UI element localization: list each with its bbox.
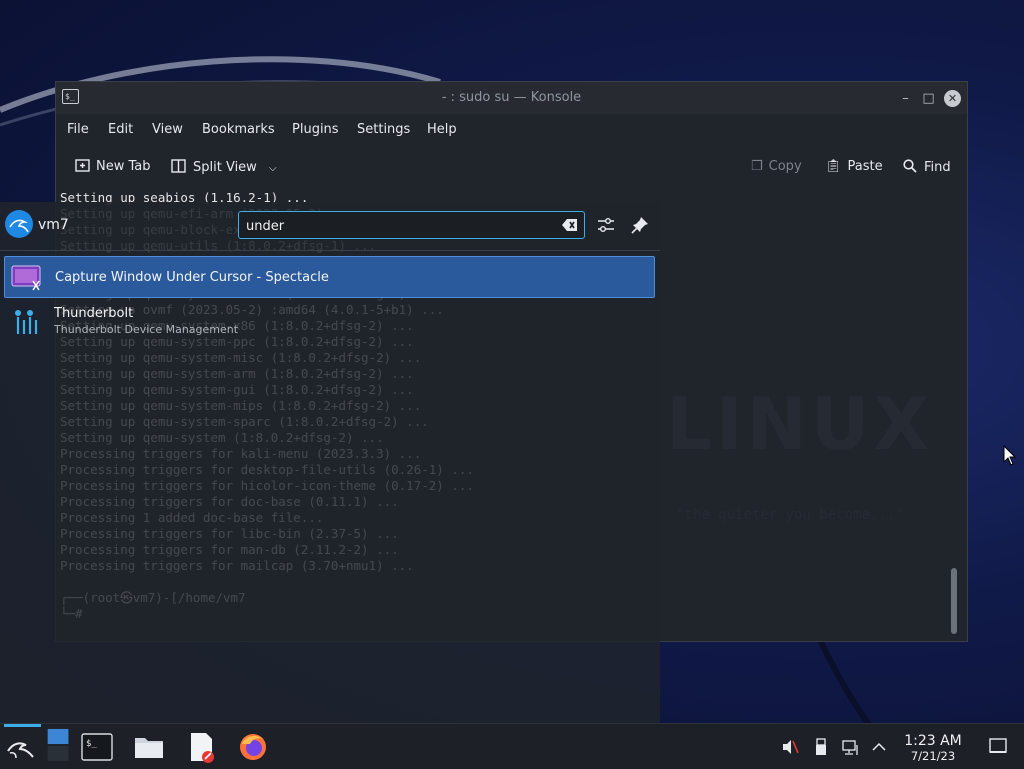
file-manager-icon[interactable] <box>132 730 166 764</box>
maximize-button[interactable]: □ <box>920 90 937 107</box>
chevron-up-icon[interactable] <box>870 738 888 756</box>
title-bar[interactable]: $_ - : sudo su — Konsole – □ ✕ <box>56 82 967 114</box>
menu-file[interactable]: File <box>67 122 89 137</box>
svg-text:$_: $_ <box>86 739 97 749</box>
result-title: Thunderbolt <box>54 306 134 321</box>
krunner-panel: vm7 Capture Window Under Cursor - Specta… <box>0 202 660 723</box>
pin-icon[interactable] <box>631 216 649 234</box>
application-launcher-icon[interactable] <box>4 730 38 764</box>
user-name: vm7 <box>38 217 69 233</box>
copy-icon: ❐ <box>751 159 763 174</box>
paste-icon: 📋︎ <box>825 159 842 174</box>
result-item-thunderbolt[interactable]: Thunderbolt Thunderbolt Device Managemen… <box>4 300 655 342</box>
new-tab-button[interactable]: New Tab <box>75 159 151 174</box>
clock-time[interactable]: 1:23 AM <box>893 733 973 749</box>
usb-device-icon[interactable] <box>812 738 830 756</box>
split-view-label: Split View <box>193 160 257 175</box>
menu-settings[interactable]: Settings <box>357 122 410 137</box>
main-toolbar: New Tab Split View ⌵ ❐ Copy 📋︎ Paste Find <box>56 152 967 182</box>
search-field[interactable] <box>238 211 585 239</box>
menu-bookmarks[interactable]: Bookmarks <box>202 122 275 137</box>
clock-date[interactable]: 7/21/23 <box>893 749 973 763</box>
clear-text-icon[interactable] <box>562 218 578 232</box>
mouse-cursor-icon <box>1003 445 1017 466</box>
close-button[interactable]: ✕ <box>944 90 961 107</box>
kali-dragon-icon <box>9 219 29 233</box>
chevron-down-icon[interactable]: ⌵ <box>269 163 277 174</box>
thunderbolt-icon <box>15 310 38 334</box>
active-indicator <box>4 724 41 727</box>
spectacle-icon <box>11 265 41 291</box>
paste-label: Paste <box>847 159 883 174</box>
minimize-button[interactable]: – <box>897 90 914 107</box>
menu-view[interactable]: View <box>152 122 183 137</box>
taskbar: $_ 1:23 AM 7/21/23 <box>0 723 1024 769</box>
user-avatar[interactable] <box>5 210 33 238</box>
search-icon <box>903 159 917 173</box>
result-subtitle: Thunderbolt Device Management <box>54 323 239 336</box>
menu-edit[interactable]: Edit <box>108 122 133 137</box>
search-input[interactable] <box>244 215 558 237</box>
result-title: Capture Window Under Cursor - Spectacle <box>55 270 329 285</box>
show-desktop-icon[interactable] <box>989 737 1007 755</box>
find-button[interactable]: Find <box>903 159 951 175</box>
menu-plugins[interactable]: Plugins <box>292 122 339 137</box>
find-label: Find <box>924 160 951 175</box>
scrollbar-thumb[interactable] <box>951 568 957 634</box>
menu-help[interactable]: Help <box>427 122 457 137</box>
result-item-spectacle[interactable]: Capture Window Under Cursor - Spectacle <box>4 256 655 298</box>
konsole-taskbar-icon[interactable]: $_ <box>80 730 114 764</box>
volume-muted-icon[interactable] <box>781 738 799 756</box>
split-view-icon <box>171 159 186 173</box>
copy-button[interactable]: ❐ Copy <box>751 159 802 174</box>
krunner-header: vm7 <box>0 202 660 251</box>
new-tab-icon <box>75 159 90 172</box>
configure-icon[interactable] <box>597 216 615 234</box>
text-editor-icon[interactable] <box>184 730 218 764</box>
copy-label: Copy <box>768 159 802 174</box>
network-icon[interactable] <box>842 738 860 756</box>
window-title: - : sudo su — Konsole <box>441 90 582 105</box>
firefox-icon[interactable] <box>236 730 270 764</box>
terminal-scrollbar[interactable] <box>948 192 960 638</box>
split-view-button[interactable]: Split View ⌵ <box>171 159 277 175</box>
paste-button[interactable]: 📋︎ Paste <box>825 159 883 174</box>
new-tab-label: New Tab <box>96 159 151 174</box>
desktop-pager-icon[interactable] <box>42 728 76 762</box>
